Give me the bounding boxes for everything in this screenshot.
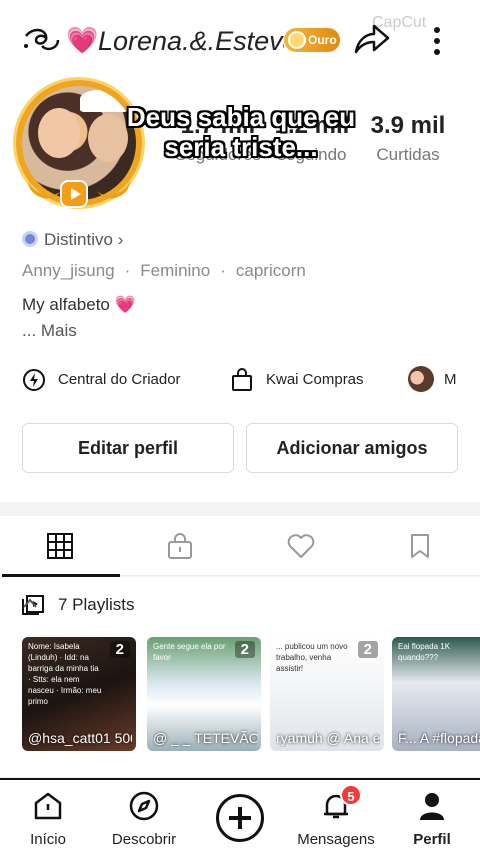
playlist-card[interactable]: Gente segue ela por favor 2 @ _ _ TETEVÃ…: [147, 637, 261, 751]
distintivo-badge-icon: [22, 231, 38, 247]
playlist-card-caption: @hsa_catt01 500014446...: [28, 730, 132, 746]
edit-profile-button[interactable]: Editar perfil: [22, 423, 234, 473]
profile-handle: Anny_jisung: [22, 261, 115, 280]
playlist-cards: Nome: Isabela (Linduh) · Idd: na barriga…: [22, 637, 480, 751]
bookmark-icon: [411, 534, 429, 558]
nav-messages-label: Mensagens: [297, 831, 375, 848]
m-shortcut[interactable]: M: [408, 366, 480, 394]
nav-profile[interactable]: Perfil: [384, 786, 480, 852]
bio-more-link[interactable]: ... Mais: [22, 320, 77, 342]
plus-icon: [216, 794, 264, 842]
playlist-card-caption: ryamuh @ Ana edits...: [276, 730, 380, 746]
playlist-card-caption: @ _ _ TETEVÃO ' ...: [153, 730, 257, 746]
video-overlay-caption: Deus sabia que eu seria triste...: [126, 102, 356, 162]
avatar-play-icon[interactable]: [60, 180, 88, 208]
nav-discover-label: Descobrir: [111, 831, 177, 848]
playlist-video-count: 2: [357, 641, 378, 658]
kwai-compras-shortcut[interactable]: Kwai Compras: [230, 366, 400, 394]
profile-bio: My alfabeto 💗: [22, 295, 136, 314]
likes-label: Curtidas: [376, 145, 440, 164]
content-tabs: [0, 516, 480, 577]
tab-posts[interactable]: [0, 516, 120, 577]
compass-icon: [129, 791, 159, 821]
profile-username: Lorena.&.Estevão: [98, 26, 284, 56]
top-bar: 💗 Lorena.&.Estevão Ouro CapCut: [0, 0, 480, 80]
lightning-icon: [23, 369, 45, 391]
m-shortcut-label: M: [444, 371, 457, 388]
playlist-card[interactable]: Eai flopada 1K quando??? F... A #flopada: [392, 637, 480, 751]
tab-saved[interactable]: [360, 516, 480, 576]
ouro-coin-icon: [288, 31, 306, 49]
chevron-right-icon: ›: [112, 230, 124, 249]
likes-count: 3.9 mil: [370, 112, 446, 139]
distintivo-label: Distintivo: [44, 230, 113, 249]
playlist-card-note: Eai flopada 1K quando???: [398, 642, 451, 662]
avatar-face-left: [38, 108, 80, 158]
playlist-video-count: 2: [234, 641, 255, 658]
messages-notification-badge: 5: [340, 784, 362, 806]
profile-sign: capricorn: [235, 261, 306, 280]
bottom-nav: Início Descobrir 5 Mensagens Perfil: [0, 778, 480, 854]
heart-emoji: 💗: [66, 25, 99, 55]
shortcut-avatar: [408, 366, 434, 392]
nav-messages[interactable]: 5 Mensagens: [288, 784, 384, 852]
playlists-header[interactable]: 7 Playlists: [22, 593, 462, 617]
shortcuts-row: Central do Criador Kwai Compras M: [22, 366, 480, 394]
playlist-card[interactable]: Nome: Isabela (Linduh) · Idd: na barriga…: [22, 637, 136, 751]
profile-gender: Feminino: [140, 261, 211, 280]
add-friends-button[interactable]: Adicionar amigos: [246, 423, 458, 473]
playlist-card[interactable]: ... publicou um novo trabalho, venha ass…: [270, 637, 384, 751]
playlist-card-note: Nome: Isabela (Linduh) · Idd: na barriga…: [28, 642, 102, 706]
distintivo-link[interactable]: Distintivo ›: [22, 230, 123, 250]
nav-create[interactable]: [192, 786, 288, 852]
profile-section: 1.7 mil Seguidores 1.2 mil seguindo 3.9 …: [0, 80, 480, 502]
kwai-swirl-icon: [24, 28, 60, 51]
more-vertical-icon[interactable]: [428, 24, 446, 60]
separator-dot: ·: [124, 261, 131, 280]
nav-discover[interactable]: Descobrir: [96, 786, 192, 852]
chevron-up-icon[interactable]: [22, 597, 38, 609]
shopping-bag-icon: [232, 368, 252, 391]
playlist-card-caption: F... A #flopada: [398, 730, 480, 746]
heart-icon: [287, 534, 315, 558]
ouro-badge-label: Ouro: [308, 33, 337, 47]
separator-dot: ·: [220, 261, 226, 280]
creator-center-shortcut[interactable]: Central do Criador: [22, 366, 212, 394]
nav-home-label: Início: [30, 831, 66, 848]
creator-center-label: Central do Criador: [58, 371, 181, 388]
playlists-section: 7 Playlists Nome: Isabela (Linduh) · Idd…: [0, 577, 480, 777]
home-icon: [34, 792, 62, 820]
tab-liked[interactable]: [240, 516, 360, 576]
ouro-badge[interactable]: Ouro: [284, 28, 340, 52]
playlist-video-count: 2: [109, 641, 130, 658]
profile-info-line: Anny_jisung · Feminino · capricorn: [22, 260, 306, 282]
lock-icon: [168, 533, 192, 559]
profile-icon: [420, 793, 444, 820]
likes-stat[interactable]: 3.9 mil Curtidas: [362, 110, 454, 168]
playlists-count-label: 7 Playlists: [58, 595, 135, 614]
share-icon[interactable]: [352, 22, 390, 58]
nav-profile-label: Perfil: [413, 831, 451, 848]
playlist-card-note: Gente segue ela por favor: [153, 642, 226, 662]
tab-private[interactable]: [120, 516, 240, 576]
nav-home[interactable]: Início: [0, 786, 96, 852]
playlist-card-note: ... publicou um novo trabalho, venha ass…: [276, 642, 348, 673]
kwai-compras-label: Kwai Compras: [266, 371, 364, 388]
grid-icon: [47, 533, 73, 559]
